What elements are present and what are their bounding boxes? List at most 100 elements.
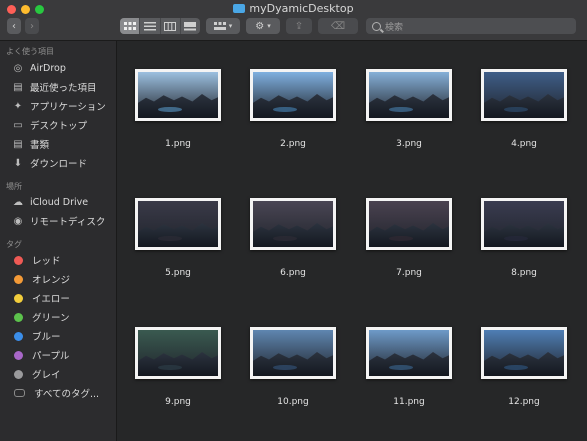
image-thumbnail[interactable] <box>481 198 567 250</box>
mountain-shape <box>253 93 333 118</box>
file-name-label[interactable]: 6.png <box>250 268 336 278</box>
sidebar-tag-tags-0[interactable]: レッド <box>12 252 61 268</box>
remote-disc-icon: ◉ <box>13 215 23 227</box>
sidebar-item-label: ダウンロード <box>30 159 88 170</box>
share-icon: ⇪ <box>294 20 304 32</box>
sidebar-item-favorites-0[interactable]: ◎ AirDrop <box>12 60 66 76</box>
landscape-preview <box>253 72 333 118</box>
desktop-icon: ▭ <box>13 119 23 131</box>
sidebar-tag-tags-3[interactable]: グリーン <box>12 309 70 325</box>
action-button[interactable]: ⚙ ▾ <box>246 18 280 34</box>
image-thumbnail[interactable] <box>250 69 336 121</box>
sidebar-item-label: アプリケーション <box>30 102 106 113</box>
landscape-preview <box>138 201 218 247</box>
chevron-down-icon: ▾ <box>267 22 271 30</box>
sidebar-item-label: レッド <box>32 256 61 267</box>
sidebar-item-label: リモートディスク <box>30 217 106 228</box>
search-field[interactable]: 検索 <box>366 18 576 34</box>
tag-color-icon <box>14 369 23 379</box>
gallery-view-icon <box>184 21 197 30</box>
list-view-icon <box>143 21 156 30</box>
back-button[interactable]: ‹ <box>7 18 21 34</box>
landscape-preview <box>253 201 333 247</box>
tag-color-icon <box>14 350 23 360</box>
image-thumbnail[interactable] <box>481 69 567 121</box>
column-view-button[interactable] <box>161 18 181 34</box>
sidebar-tag-tags-6[interactable]: グレイ <box>12 366 61 382</box>
mountain-shape <box>138 222 218 247</box>
image-thumbnail[interactable] <box>366 198 452 250</box>
file-icon-grid: 1.png 2.png 3.png 4.png 5.png 6.png 7.png 8.png… <box>117 41 587 441</box>
gallery-view-button[interactable] <box>181 18 200 34</box>
sidebar-tag-tags-1[interactable]: オレンジ <box>12 271 70 287</box>
column-view-icon <box>164 21 177 31</box>
sidebar-item-favorites-3[interactable]: ▭ デスクトップ <box>12 117 87 133</box>
sidebar: よく使う項目 場所 タグ ◎ AirDrop ▤ 最近使った項目 ✦ アプリケーション ▭ デ… <box>0 41 117 441</box>
sidebar-item-locations-1[interactable]: ◉ リモートディスク <box>12 213 106 229</box>
sidebar-item-label: 書類 <box>30 140 50 151</box>
landscape-preview <box>253 330 333 376</box>
file-name-label[interactable]: 1.png <box>135 139 221 149</box>
mountain-shape <box>253 222 333 247</box>
tags-header: タグ <box>6 240 22 249</box>
mountain-shape <box>253 351 333 376</box>
file-name-label[interactable]: 9.png <box>135 397 221 407</box>
image-thumbnail[interactable] <box>366 327 452 379</box>
downloads-icon: ⬇ <box>13 157 23 169</box>
sidebar-item-label: ブルー <box>32 332 61 343</box>
arrange-button[interactable]: ▾ <box>206 18 240 34</box>
icon-view-button[interactable] <box>120 18 141 34</box>
edit-tags-button[interactable]: ⌫ <box>318 18 358 34</box>
image-thumbnail[interactable] <box>366 69 452 121</box>
applications-icon: ✦ <box>13 100 23 112</box>
image-thumbnail[interactable] <box>481 327 567 379</box>
tag-color-icon <box>14 293 23 303</box>
file-name-label[interactable]: 8.png <box>481 268 567 278</box>
sidebar-item-label: 最近使った項目 <box>30 83 97 94</box>
landscape-preview <box>484 201 564 247</box>
sidebar-item-favorites-5[interactable]: ⬇ ダウンロード <box>12 155 87 171</box>
landscape-preview <box>484 72 564 118</box>
sidebar-tag-tags-4[interactable]: ブルー <box>12 328 61 344</box>
landscape-preview <box>138 72 218 118</box>
landscape-preview <box>138 330 218 376</box>
sidebar-item-label: パープル <box>32 351 70 362</box>
sidebar-tag-tags-7[interactable]: すべてのタグ... <box>12 385 99 401</box>
list-view-button[interactable] <box>140 18 161 34</box>
sidebar-item-favorites-1[interactable]: ▤ 最近使った項目 <box>12 79 97 95</box>
file-name-label[interactable]: 3.png <box>366 139 452 149</box>
folder-icon <box>233 4 246 13</box>
sidebar-tag-tags-2[interactable]: イエロー <box>12 290 70 306</box>
sidebar-item-favorites-2[interactable]: ✦ アプリケーション <box>12 98 106 114</box>
documents-icon: ▤ <box>13 138 23 150</box>
file-name-label[interactable]: 12.png <box>481 397 567 407</box>
image-thumbnail[interactable] <box>135 69 221 121</box>
cloud-icon: ☁ <box>13 196 23 208</box>
image-thumbnail[interactable] <box>135 198 221 250</box>
image-thumbnail[interactable] <box>250 198 336 250</box>
window-title-text: myDyamicDesktop <box>249 2 354 15</box>
sidebar-tag-tags-5[interactable]: パープル <box>12 347 69 363</box>
share-button[interactable]: ⇪ <box>286 18 312 34</box>
sidebar-item-favorites-4[interactable]: ▤ 書類 <box>12 136 49 152</box>
file-name-label[interactable]: 2.png <box>250 139 336 149</box>
image-thumbnail[interactable] <box>135 327 221 379</box>
file-name-label[interactable]: 7.png <box>366 268 452 278</box>
file-name-label[interactable]: 5.png <box>135 268 221 278</box>
forward-button[interactable]: › <box>25 18 39 34</box>
image-thumbnail[interactable] <box>250 327 336 379</box>
view-mode-selector <box>120 18 200 34</box>
file-name-label[interactable]: 10.png <box>250 397 336 407</box>
sidebar-item-label: グリーン <box>32 313 70 324</box>
sidebar-item-label: イエロー <box>32 294 70 305</box>
landscape-preview <box>369 330 449 376</box>
sidebar-item-label: iCloud Drive <box>30 196 89 208</box>
mountain-shape <box>369 351 449 376</box>
tag-color-icon <box>14 255 23 265</box>
sidebar-item-label: オレンジ <box>32 275 71 286</box>
landscape-preview <box>369 72 449 118</box>
file-name-label[interactable]: 11.png <box>366 397 452 407</box>
file-name-label[interactable]: 4.png <box>481 139 567 149</box>
search-icon <box>372 21 381 31</box>
sidebar-item-locations-0[interactable]: ☁ iCloud Drive <box>12 194 88 210</box>
